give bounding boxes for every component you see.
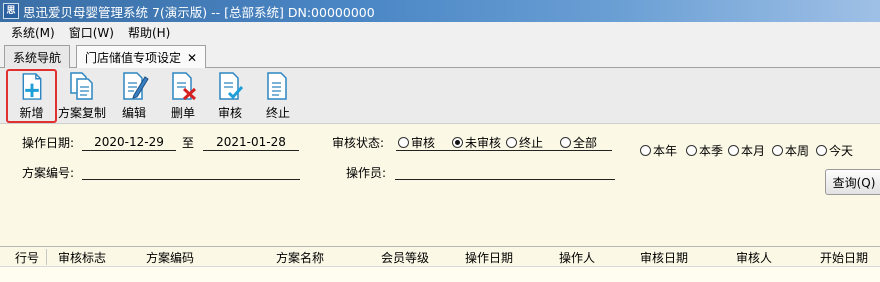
grid-body	[0, 267, 880, 282]
terminate-button[interactable]: 终止	[258, 70, 298, 122]
edit-button[interactable]: 编辑	[114, 70, 154, 122]
menu-bar: 系统(M) 窗口(W) 帮助(H)	[0, 22, 880, 42]
date-from-field[interactable]: 2020-12-29	[82, 133, 176, 151]
radio-label: 本年	[653, 144, 678, 158]
radio-label: 终止	[519, 136, 544, 150]
grid-header: 行号 审核标志 方案编码 方案名称 会员等级 操作日期 操作人 审核日期 审核人…	[0, 247, 880, 267]
radio-dot	[686, 145, 697, 156]
new-button-label: 新增	[19, 106, 44, 120]
plan-no-label: 方案编号:	[22, 166, 75, 180]
col-header-start-date[interactable]: 开始日期	[820, 249, 868, 266]
status-radio-unaudited[interactable]: 未审核	[452, 134, 501, 151]
radio-label: 未审核	[465, 136, 502, 150]
tab-label: 系统导航	[13, 50, 62, 65]
app-icon: 思	[3, 3, 19, 19]
close-icon[interactable]: ✕	[187, 51, 197, 65]
period-radio-week[interactable]: 本周	[772, 142, 809, 159]
radio-dot	[772, 145, 783, 156]
audit-button[interactable]: 审核	[210, 70, 250, 122]
period-radio-today[interactable]: 今天	[816, 142, 853, 159]
op-date-label: 操作日期:	[22, 136, 75, 150]
radio-label: 本季	[699, 144, 724, 158]
operator-input[interactable]	[395, 162, 615, 180]
approve-document-icon	[219, 72, 244, 100]
col-header-operator[interactable]: 操作人	[559, 249, 595, 266]
to-label: 至	[182, 136, 195, 150]
tab-store-stored-value-setting[interactable]: 门店储值专项设定 ✕	[76, 45, 207, 69]
edit-button-label: 编辑	[121, 106, 146, 120]
radio-label: 今天	[829, 144, 854, 158]
result-grid: 行号 审核标志 方案编码 方案名称 会员等级 操作日期 操作人 审核日期 审核人…	[0, 246, 880, 282]
edit-document-icon	[123, 72, 149, 100]
radio-label: 审核	[411, 136, 436, 150]
date-to-field[interactable]: 2021-01-28	[203, 133, 299, 151]
col-header-audit-date[interactable]: 审核日期	[640, 249, 688, 266]
col-header-audit-flag[interactable]: 审核标志	[58, 249, 106, 266]
menu-help[interactable]: 帮助(H)	[121, 24, 177, 41]
radio-dot	[728, 145, 739, 156]
new-document-icon	[22, 73, 41, 100]
col-header-plan-code[interactable]: 方案编码	[146, 249, 194, 266]
tab-label: 门店储值专项设定	[85, 51, 182, 65]
radio-label: 本月	[741, 144, 766, 158]
menu-system[interactable]: 系统(M)	[4, 24, 62, 41]
delete-button-label: 删单	[170, 106, 195, 120]
terminate-button-label: 终止	[265, 106, 290, 120]
period-radio-month[interactable]: 本月	[728, 142, 765, 159]
filter-panel: 操作日期: 2020-12-29 至 2021-01-28 审核状态: 审核 未…	[0, 124, 880, 246]
copy-document-icon	[70, 72, 93, 100]
audit-button-label: 审核	[217, 106, 242, 120]
plan-no-input[interactable]	[82, 162, 300, 180]
col-header-op-date[interactable]: 操作日期	[465, 249, 513, 266]
period-radio-quarter[interactable]: 本季	[686, 142, 723, 159]
radio-label: 本周	[785, 144, 810, 158]
radio-dot-selected	[452, 137, 463, 148]
status-radio-audited[interactable]: 审核	[398, 134, 435, 151]
radio-dot	[560, 137, 571, 148]
col-header-plan-name[interactable]: 方案名称	[276, 249, 324, 266]
col-header-row-no[interactable]: 行号	[15, 249, 39, 266]
radio-dot	[640, 145, 651, 156]
title-bar: 思 思迅爱贝母婴管理系统 7(演示版) -- [总部系统] DN:0000000…	[0, 0, 880, 22]
operator-label: 操作员:	[346, 166, 387, 180]
radio-dot	[506, 137, 517, 148]
audit-status-label: 审核状态:	[332, 136, 385, 150]
delete-button[interactable]: 删单	[163, 70, 203, 122]
col-header-auditor[interactable]: 审核人	[736, 249, 772, 266]
copy-plan-button[interactable]: 方案复制	[57, 70, 107, 122]
status-radio-all[interactable]: 全部	[560, 134, 597, 151]
window-title: 思迅爱贝母婴管理系统 7(演示版) -- [总部系统] DN:00000000	[23, 4, 375, 20]
period-radio-year[interactable]: 本年	[640, 142, 677, 159]
col-header-member-level[interactable]: 会员等级	[381, 249, 429, 266]
radio-dot	[398, 137, 409, 148]
delete-document-icon	[172, 72, 197, 101]
tab-system-navigation[interactable]: 系统导航	[4, 45, 71, 68]
new-button[interactable]: 新增	[6, 69, 57, 123]
tab-strip: 系统导航 门店储值专项设定 ✕	[0, 42, 880, 69]
menu-window[interactable]: 窗口(W)	[62, 24, 121, 41]
copy-plan-label: 方案复制	[57, 106, 106, 120]
stop-document-icon	[267, 72, 287, 100]
radio-label: 全部	[573, 136, 598, 150]
query-button[interactable]: 查询(Q)	[825, 169, 880, 195]
column-divider	[46, 249, 47, 265]
toolbar: 新增 方案复制 编辑 删单 审核 终止	[0, 68, 880, 124]
radio-dot	[816, 145, 827, 156]
status-radio-terminated[interactable]: 终止	[506, 134, 543, 151]
